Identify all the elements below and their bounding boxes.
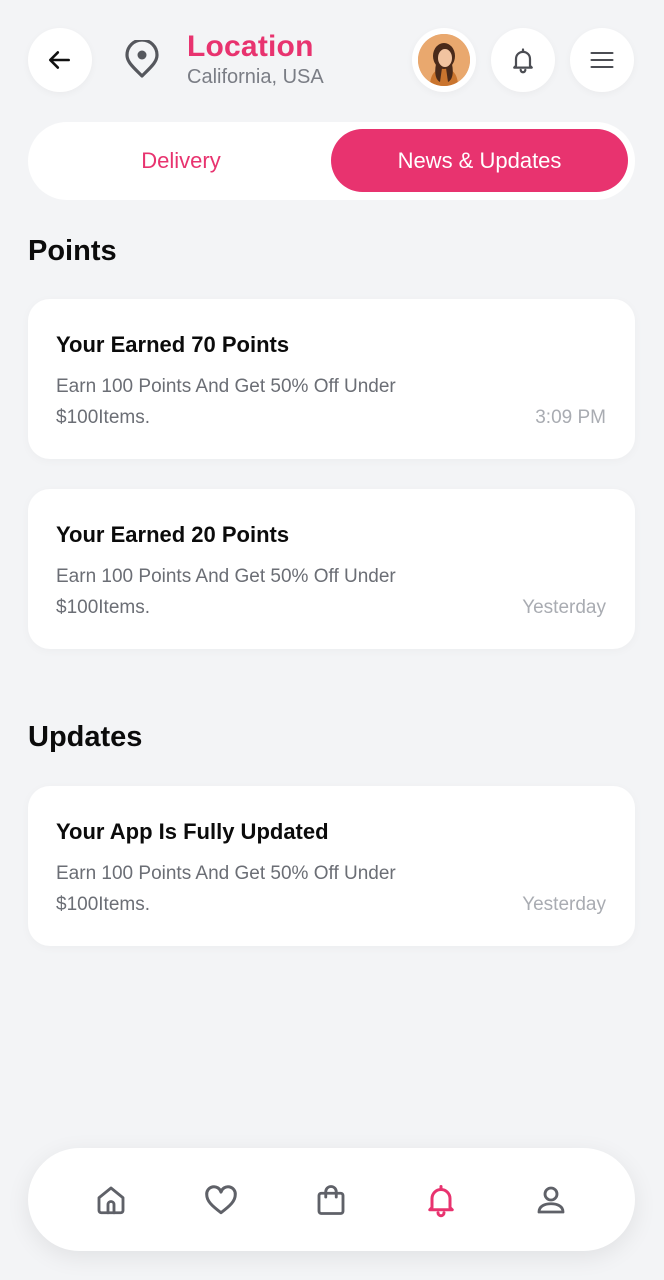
notification-card[interactable]: Your App Is Fully Updated Earn 100 Point… xyxy=(28,786,635,946)
nav-favorites[interactable] xyxy=(199,1178,243,1222)
tab-bar: Delivery News & Updates xyxy=(28,122,635,200)
bell-icon xyxy=(513,48,533,74)
card-title: Your Earned 20 Points xyxy=(56,522,290,547)
tab-delivery[interactable]: Delivery xyxy=(28,122,334,200)
card-time: Yesterday xyxy=(522,894,606,915)
back-button[interactable] xyxy=(28,28,92,92)
notification-card[interactable]: Your Earned 20 Points Earn 100 Points An… xyxy=(28,489,635,649)
notifications-screen: Location California, USA Delivery News &… xyxy=(0,0,664,1280)
heart-icon xyxy=(205,1185,237,1215)
profile-avatar-button[interactable] xyxy=(412,28,476,92)
location-title: Location xyxy=(187,30,314,63)
card-title: Your Earned 70 Points xyxy=(56,332,290,357)
notification-card[interactable]: Your Earned 70 Points Earn 100 Points An… xyxy=(28,299,635,459)
bottom-nav xyxy=(28,1148,635,1251)
menu-icon xyxy=(590,51,614,69)
location-subtitle[interactable]: California, USA xyxy=(187,66,324,89)
card-description: Earn 100 Points And Get 50% Off Under $1… xyxy=(56,863,396,915)
card-time: Yesterday xyxy=(522,597,606,618)
notifications-button[interactable] xyxy=(491,28,555,92)
nav-cart[interactable] xyxy=(309,1178,353,1222)
tab-news-updates[interactable]: News & Updates xyxy=(331,129,628,192)
card-time: 3:09 PM xyxy=(535,407,606,428)
nav-profile[interactable] xyxy=(529,1178,573,1222)
card-description: Earn 100 Points And Get 50% Off Under $1… xyxy=(56,376,396,428)
menu-button[interactable] xyxy=(570,28,634,92)
avatar xyxy=(418,34,470,86)
card-title: Your App Is Fully Updated xyxy=(56,819,329,844)
nav-home[interactable] xyxy=(89,1178,133,1222)
home-icon xyxy=(97,1186,125,1215)
user-icon xyxy=(537,1186,565,1214)
bell-icon xyxy=(428,1185,454,1218)
back-arrow-icon xyxy=(48,51,70,69)
updates-section-title: Updates xyxy=(28,721,143,753)
bag-icon xyxy=(317,1185,345,1215)
points-section-title: Points xyxy=(28,235,117,267)
map-pin-icon xyxy=(125,40,159,78)
nav-notifications[interactable] xyxy=(419,1178,463,1222)
card-description: Earn 100 Points And Get 50% Off Under $1… xyxy=(56,566,396,618)
